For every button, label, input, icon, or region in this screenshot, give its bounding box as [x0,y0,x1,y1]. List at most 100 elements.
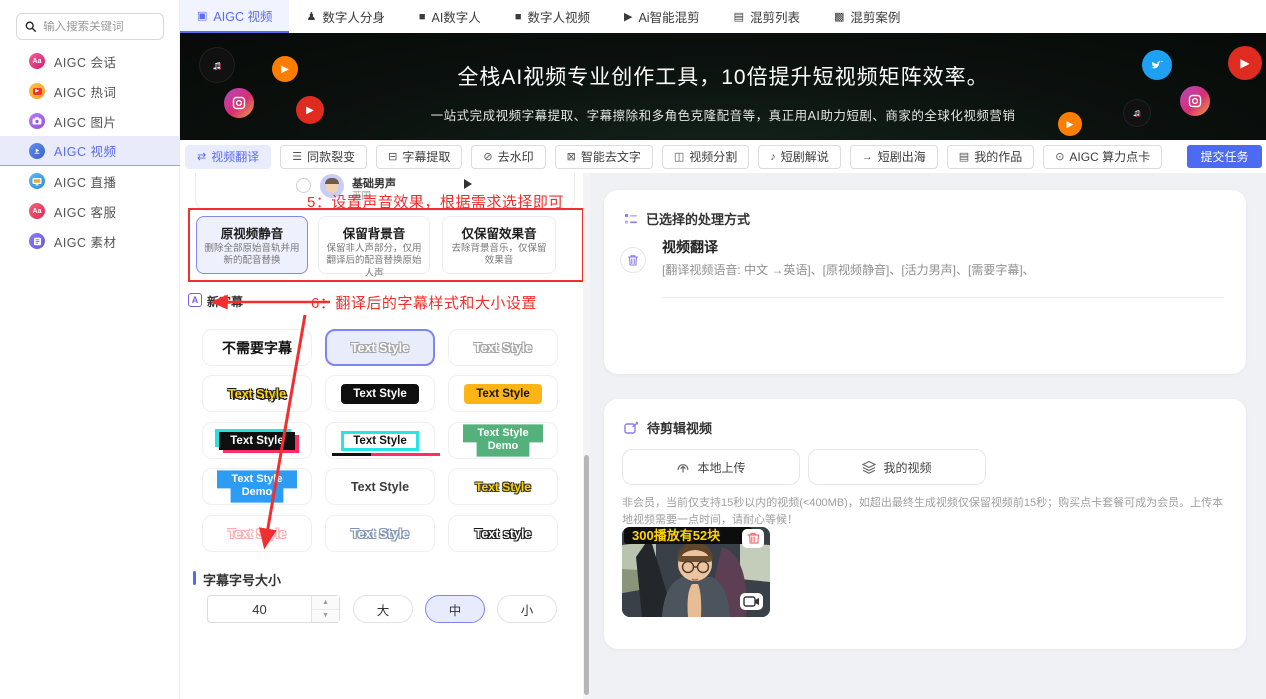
subtitle-style-blue-tab[interactable]: Text Style Demo [202,468,312,505]
subtitle-style-yellow-outline[interactable]: Text Style [202,375,312,412]
selected-methods-header: 已选择的处理方式 [624,209,750,228]
style-sample-text: Text Style [464,384,541,404]
stepper-down-icon[interactable]: ▼ [312,610,339,623]
sidebar-item-aigc-images[interactable]: AIGC 图片 [0,106,180,136]
my-videos-label: 我的视频 [883,459,931,476]
video-thumbnail[interactable]: 300播放有52块 [622,527,770,617]
clips-title: 待剪辑视频 [647,418,712,437]
tab-ai-digital-human[interactable]: ■ AI数字人 [402,0,498,33]
sidebar-item-label: AIGC 热词 [54,82,117,101]
subtitle-style-outline-gray[interactable]: Text Style [448,329,558,366]
style-sample-text: Text Style [341,431,418,451]
delete-video-button[interactable] [742,529,764,548]
sidebar-item-label: AIGC 素材 [54,232,117,251]
style-sample-text: Text Style [228,387,286,401]
robot-icon: ■ [515,11,522,23]
subtitle-style-outline-gray-selected[interactable]: Text Style [325,329,435,366]
subtitle-style-no-subtitle[interactable]: 不需要字幕 [202,329,312,366]
sidebar-search [16,13,164,40]
sidebar-item-aigc-live[interactable]: AIGC 直播 [0,166,180,196]
tab-label: 数字人视频 [527,7,590,26]
sidebar-item-aigc-materials[interactable]: AIGC 素材 [0,226,180,256]
tiktok-icon: ♫ [1124,100,1150,126]
sound-option-keep-effects[interactable]: 仅保留效果音 去除背景音乐，仅保留效果音 [442,216,556,274]
method-name: 视频翻译 [662,237,718,257]
style-sample-text: Text Style [474,341,532,355]
tab-digital-human-video[interactable]: ■ 数字人视频 [498,0,607,33]
panel-scrollbar-thumb[interactable] [584,455,589,695]
clips-header: 待剪辑视频 [624,418,712,437]
font-size-input[interactable] [208,596,311,622]
tool-aigc-points-card[interactable]: ⊙ AIGC 算力点卡 [1043,145,1162,169]
sidebar-item-aigc-service[interactable]: Aa AIGC 客服 [0,196,180,226]
subtitle-style-black-box[interactable]: Text Style [325,375,435,412]
subtitle-style-yellow-outline-small[interactable]: Text Style [448,468,558,505]
sound-option-title: 保留背景音 [319,223,429,242]
tab-ai-smart-mix[interactable]: ▶ Ai智能混剪 [607,0,717,33]
subtitle-style-green-tab[interactable]: Text Style Demo [448,422,558,459]
points-icon: ⊙ [1055,150,1064,163]
sound-option-title: 原视频静音 [197,223,307,242]
local-upload-button[interactable]: 本地上传 [622,449,800,485]
sound-option-mute-original[interactable]: 原视频静音 删除全部原始音轨并用新的配音替换 [196,216,308,274]
size-button-medium[interactable]: 中 [425,595,485,623]
size-button-large[interactable]: 大 [353,595,413,623]
subtitle-style-plain[interactable]: Text Style [325,468,435,505]
watermark-icon: ⊘ [483,150,492,163]
stepper-up-icon[interactable]: ▲ [312,596,339,610]
tool-video-split[interactable]: ◫ 视频分割 [662,145,749,169]
tab-mix-cases[interactable]: ▩ 混剪案例 [817,0,917,33]
tab-mix-list[interactable]: ▤ 混剪列表 [717,0,817,33]
my-videos-button[interactable]: 我的视频 [808,449,986,485]
subtitle-icon: ⊟ [388,150,397,163]
subtitle-style-cyan-frame[interactable]: Text Style [325,422,435,459]
tab-aigc-video[interactable]: ▣ AIGC 视频 [180,0,289,33]
tool-drama-narration[interactable]: ♪ 短剧解说 [758,145,841,169]
tool-label: 视频分割 [689,148,737,165]
submit-task-button[interactable]: 提交任务 [1187,145,1262,168]
selected-methods-title: 已选择的处理方式 [646,209,750,228]
tab-label: AI数字人 [432,7,481,26]
tool-subtitle-extract[interactable]: ⊟ 字幕提取 [376,145,462,169]
service-aa-icon: Aa [29,203,45,219]
style-sample-text: 不需要字幕 [222,338,292,358]
sound-option-desc: 删除全部原始音轨并用新的配音替换 [197,242,307,268]
sidebar-item-aigc-hotwords[interactable]: ▶ AIGC 热词 [0,76,180,106]
tool-label: 同款裂变 [307,148,355,165]
tool-remove-watermark[interactable]: ⊘ 去水印 [471,145,545,169]
tab-label: 混剪列表 [750,7,800,26]
font-size-stepper: ▲ ▼ [207,595,340,623]
play-icon[interactable] [464,179,472,189]
style-sample-text: Text Style [351,527,409,541]
robot-icon: ■ [419,11,426,23]
subtitle-style-black-outline[interactable]: Text style [448,515,558,552]
material-book-icon [29,233,45,249]
subtitle-style-slate-outline[interactable]: Text Style [325,515,435,552]
style-sample-text: Text Style [475,480,531,494]
edit-video-icon [624,421,639,435]
sidebar-item-aigc-chat[interactable]: Aa AIGC 会话 [0,46,180,76]
tool-drama-overseas[interactable]: → 短剧出海 [850,145,938,169]
style-sample-text: Text Style [351,341,409,355]
works-icon: ▤ [959,150,969,163]
font-size-section-title: 字幕字号大小 [203,570,281,589]
camera-icon [29,113,45,129]
tool-video-translate[interactable]: ⇄ 视频翻译 [185,145,271,169]
tool-my-works[interactable]: ▤ 我的作品 [947,145,1034,169]
tool-smart-text-remove[interactable]: ⊠ 智能去文字 [555,145,653,169]
clips-card: 待剪辑视频 本地上传 我的视频 非会员，当前仅支持15秒以内的视频(<400MB… [604,399,1246,649]
sidebar-item-label: AIGC 会话 [54,52,117,71]
sidebar-item-aigc-video[interactable]: AIGC 视频 [0,136,180,166]
remove-method-button[interactable] [620,247,646,273]
subtitle-style-pink-outline[interactable]: Text Style [202,515,312,552]
sound-option-keep-background[interactable]: 保留背景音 保留非人声部分，仅用翻译后的配音替换原始人声 [318,216,430,274]
subtitle-style-amber-box[interactable]: Text Style [448,375,558,412]
subtitle-style-glitch-box[interactable]: Text Style [202,422,312,459]
tool-same-style-fission[interactable]: ☰ 同款裂变 [280,145,367,169]
tab-label: AIGC 视频 [213,6,272,25]
tab-digital-human-avatar[interactable]: ♟ 数字人分身 [289,0,401,33]
sound-option-desc: 去除背景音乐，仅保留效果音 [443,242,555,268]
size-button-small[interactable]: 小 [497,595,557,623]
search-input[interactable] [43,21,155,33]
app-window: ▣ AIGC 视频 ♟ 数字人分身 ■ AI数字人 ■ 数字人视频 ▶ Ai智能… [0,0,1266,699]
